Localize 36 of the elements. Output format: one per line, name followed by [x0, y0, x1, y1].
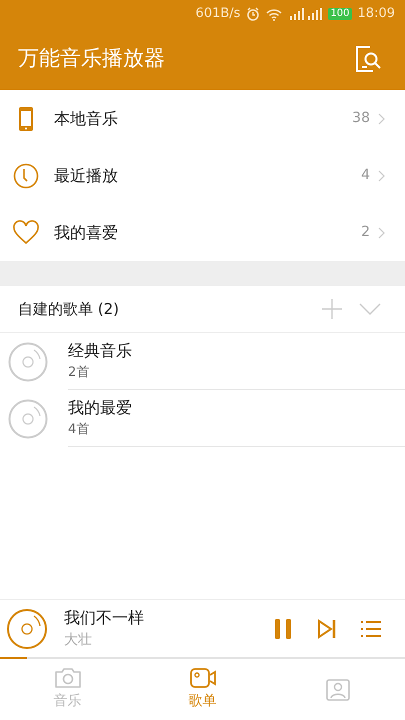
chevron-right-icon	[378, 226, 385, 238]
battery-level: 100	[328, 8, 352, 20]
clock-time: 18:09	[358, 5, 395, 24]
menu-item[interactable]: 本地音乐 38	[0, 90, 405, 147]
app-title: 万能音乐播放器	[18, 45, 165, 72]
signal-icon	[288, 8, 322, 20]
plus-icon	[321, 298, 343, 320]
alarm-icon	[246, 7, 260, 21]
search-icon	[353, 44, 383, 74]
playlist-item[interactable]: 经典音乐 2首	[0, 333, 405, 390]
disc-icon	[6, 608, 48, 650]
song-title: 我们不一样	[64, 607, 145, 629]
camera-icon	[54, 667, 82, 689]
section-title: 自建的歌单 (2)	[18, 298, 120, 320]
menu-item[interactable]: 最近播放 4	[0, 147, 405, 204]
wifi-icon	[266, 8, 282, 20]
list-icon	[361, 620, 381, 638]
video-camera-icon	[188, 667, 216, 689]
disc-icon	[8, 398, 48, 438]
chevron-down-icon	[359, 303, 381, 315]
playlist-item[interactable]: 我的最爱 4首	[0, 390, 405, 447]
chevron-right-icon	[378, 112, 385, 124]
playlist-name: 经典音乐	[68, 340, 133, 362]
chevron-right-icon	[378, 170, 385, 182]
menu-item[interactable]: 我的喜爱 2	[0, 204, 405, 261]
song-count: 2首	[68, 364, 90, 382]
disc-icon	[8, 342, 48, 382]
playlist-name: 我的最爱	[68, 397, 133, 420]
heart-icon	[12, 218, 40, 246]
skip-next-icon	[317, 618, 337, 638]
pause-icon	[273, 618, 293, 640]
song-count: 4首	[68, 421, 90, 440]
person-icon	[324, 678, 352, 700]
clock-icon	[12, 162, 40, 190]
artist-name: 大壮	[64, 631, 93, 650]
network-speed: 601B/s	[196, 5, 240, 24]
